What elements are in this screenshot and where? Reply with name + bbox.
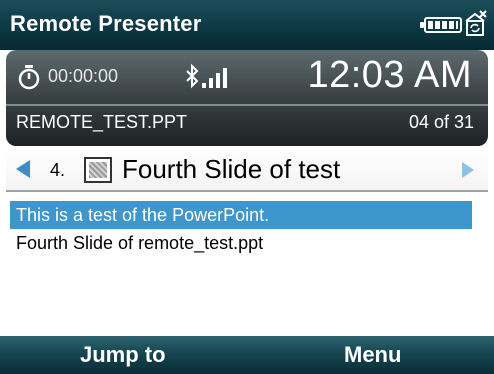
battery-icon [420,17,462,33]
app-title: Remote Presenter [10,11,202,36]
timer-icon [18,65,40,90]
sync-icon [465,10,487,36]
jump-to-softkey[interactable]: Jump to [80,342,166,368]
note-line[interactable]: Fourth Slide of remote_test.ppt [10,229,472,257]
slide-number: 4. [50,160,66,180]
clock: 12:03 AM [307,54,472,96]
presentation-filename: REMOTE_TEST.PPT [16,112,188,132]
slide-notes: This is a test of the PowerPoint. Fourth… [6,195,488,335]
menu-softkey[interactable]: Menu [344,342,401,368]
next-arrow-icon[interactable] [462,162,474,178]
slide-thumbnail-icon [84,157,112,183]
remote-presenter-screen: Remote Presenter 00:00:00 12:03 AM REMOT… [0,0,494,374]
slide-navigator: 4. Fourth Slide of test [6,150,488,192]
softkey-bar: Jump to Menu [0,336,494,374]
slide-title: Fourth Slide of test [122,154,341,184]
status-panel: 00:00:00 12:03 AM REMOTE_TEST.PPT 04 of … [6,50,488,146]
note-line-selected[interactable]: This is a test of the PowerPoint. [10,201,472,229]
slide-position: 04 of 31 [408,112,474,132]
elapsed-time: 00:00:00 [48,66,119,86]
bluetooth-signal-icon [186,63,227,89]
status-divider [6,104,488,106]
title-bar: Remote Presenter [0,0,494,50]
previous-arrow-icon[interactable] [16,160,30,178]
